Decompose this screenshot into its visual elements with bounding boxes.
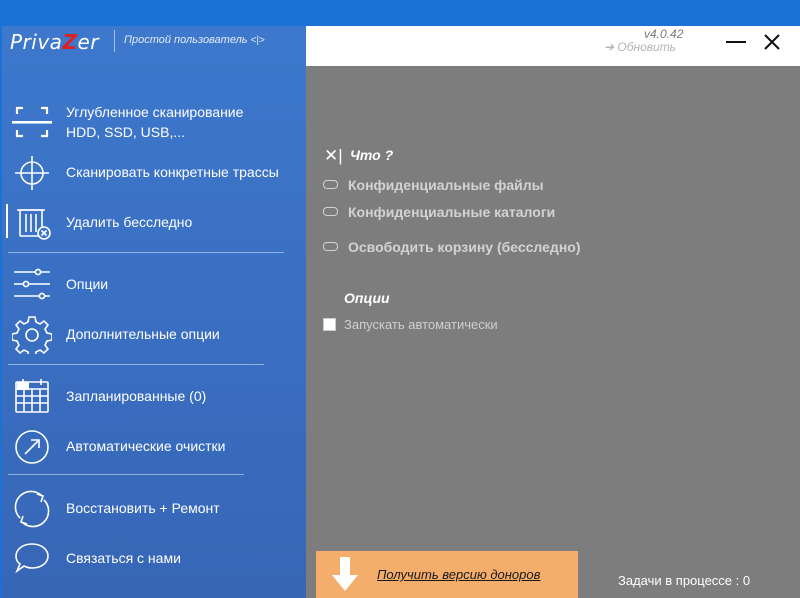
sidebar-item-advanced-options[interactable]: Дополнительные опции [2,312,306,358]
option-confidential-files[interactable]: Конфиденциальные файлы [323,177,544,193]
sidebar-item-deep-scan[interactable]: Углубленное сканирование HDD, SSD, USB,.… [2,100,306,144]
sidebar-item-label: Удалить бесследно [66,214,193,230]
app-logo: PrivaZer [10,30,99,54]
sidebar-divider [8,252,284,253]
sidebar-divider [8,474,244,475]
gear-icon [11,314,53,358]
crosshair-icon [12,152,52,192]
sliders-icon [12,264,52,304]
sidebar-item-secure-delete[interactable]: Удалить бесследно [2,200,306,244]
donor-version-button[interactable]: Получить версию доноров [316,551,578,598]
sidebar: PrivaZer Простой пользователь <|> Углубле… [2,26,306,598]
close-icon[interactable] [762,32,782,52]
options-section-title: Опции [344,290,390,306]
toggle-icon[interactable] [323,207,338,216]
main-panel: ✕| Что ? Конфиденциальные файлы Конфиденц… [306,66,800,598]
calendar-icon [12,376,52,416]
donor-version-link[interactable]: Получить версию доноров [377,567,540,582]
sidebar-item-label: Восстановить + Ремонт [66,500,220,516]
auto-arrow-icon [12,426,52,466]
sidebar-item-label: Автоматические очистки [66,438,226,454]
trash-delete-icon [12,202,52,242]
sidebar-item-sublabel: HDD, SSD, USB,... [66,124,186,140]
tasks-status: Задачи в процессе : 0 [618,573,751,588]
what-label: Что ? [350,147,394,163]
sidebar-item-label: Связаться с нами [66,550,181,566]
sidebar-item-label: Опции [66,276,109,292]
toggle-icon[interactable] [323,242,338,251]
sidebar-item-label: Сканировать конкретные трассы [66,164,279,180]
chat-bubble-icon [12,538,52,578]
sidebar-item-restore-repair[interactable]: Восстановить + Ремонт [2,486,306,530]
option-label: Освободить корзину (бесследно) [348,239,581,255]
sidebar-item-label: Запланированные (0) [66,388,207,404]
sidebar-item-label: Углубленное сканирование [66,104,244,120]
sidebar-item-label: Дополнительные опции [66,326,220,342]
update-link[interactable]: ➔ Обновить [604,40,676,54]
restore-cycle-icon [12,488,52,528]
what-section-title: ✕| Что ? [324,146,393,166]
option-confidential-folders[interactable]: Конфиденциальные каталоги [323,204,555,220]
sidebar-item-specific-traces[interactable]: Сканировать конкретные трассы [2,150,306,194]
user-mode-switch[interactable]: Простой пользователь <|> [124,34,265,46]
user-mode-label: Простой пользователь [124,34,248,46]
version-label: v4.0.42 [644,27,684,41]
logo-divider [114,30,115,52]
sidebar-item-auto-cleanups[interactable]: Автоматические очистки [2,424,306,468]
deselect-all-icon[interactable]: ✕| [324,146,344,166]
sidebar-item-scheduled[interactable]: Запланированные (0) [2,374,306,418]
header-bar: v4.0.42 ➔ Обновить [306,26,800,66]
minimize-icon[interactable] [726,41,746,43]
auto-start-label: Запускать автоматически [344,317,498,332]
toggle-icon[interactable] [323,180,338,189]
sidebar-item-contact[interactable]: Связаться с нами [2,536,306,580]
scan-frame-icon [12,102,52,142]
auto-start-checkbox[interactable] [323,318,336,331]
swap-icon: <|> [250,35,265,46]
option-label: Конфиденциальные файлы [348,177,544,193]
option-empty-recycle-bin[interactable]: Освободить корзину (бесследно) [323,239,580,255]
option-label: Конфиденциальные каталоги [348,204,556,220]
auto-start-option[interactable]: Запускать автоматически [323,317,498,332]
download-arrow-icon [330,555,360,593]
sidebar-divider [8,364,264,365]
window-titlebar[interactable] [0,0,800,26]
sidebar-item-options[interactable]: Опции [2,262,306,306]
